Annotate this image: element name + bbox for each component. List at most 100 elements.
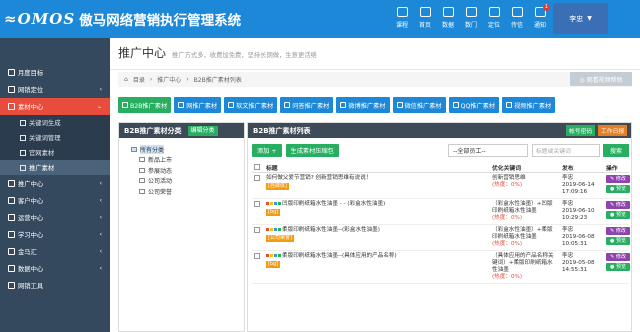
title-cell: 柔版印刷纸箱水性油墨--(彩盒水性油墨) [公司荣誉]: [264, 224, 490, 251]
top-nav-item[interactable]: 课程: [392, 4, 412, 29]
video-help-button[interactable]: ◎ 观看视频帮助: [570, 72, 632, 86]
sidebar-subitem-label: 官网素材: [29, 150, 55, 157]
preview-button[interactable]: ● 预览: [606, 185, 630, 193]
material-title-link[interactable]: 凹版印刷纸箱水性油墨 - - (彩盒水性油墨): [282, 201, 385, 207]
keyword-degree: (热度：0%): [492, 215, 523, 221]
preview-button[interactable]: ● 预览: [606, 263, 630, 271]
sidebar-item[interactable]: 数据中心 ‹: [0, 260, 110, 277]
work-log-button[interactable]: 工作日报: [598, 125, 628, 136]
sidebar-item[interactable]: 网销定位 ‹: [0, 81, 110, 98]
logo: ≈OMOS 傲马网络营销执行管理系统: [4, 6, 244, 32]
sidebar-item[interactable]: 运营中心 ‹: [0, 209, 110, 226]
sidebar-subitem-label: 推广素材: [29, 165, 55, 172]
top-nav-item[interactable]: 数据: [438, 4, 458, 29]
edit-category-button[interactable]: 编辑分类: [187, 125, 218, 136]
tree-node[interactable]: 公司活动: [131, 176, 244, 187]
tab-material[interactable]: 问答推广素材: [280, 97, 334, 113]
generate-zip-button[interactable]: 生成素材压缩包: [285, 144, 339, 157]
color-marker: [278, 254, 281, 257]
home-icon: ⌂: [124, 76, 128, 83]
chevron-icon: ‹: [99, 197, 102, 204]
submenu-icon: [20, 149, 26, 156]
top-nav-item[interactable]: 首页: [415, 4, 435, 29]
material-tag: [公司荣誉]: [266, 235, 294, 242]
top-nav-item[interactable]: 传信: [507, 4, 527, 29]
sidebar-subitem[interactable]: 关键词生成: [0, 115, 110, 130]
menu-icon: [8, 86, 15, 93]
preview-button[interactable]: ● 预览: [606, 211, 630, 219]
chevron-icon: ‹: [99, 86, 102, 93]
row-checkbox[interactable]: [254, 253, 260, 259]
search-button[interactable]: 搜索: [603, 144, 629, 157]
tab-material[interactable]: B2B推广素材: [118, 97, 172, 113]
tab-icon: [340, 102, 347, 108]
edit-button[interactable]: ✎ 修改: [606, 201, 630, 209]
tab-material[interactable]: 微信推广素材: [392, 97, 446, 113]
col-action: 操作: [604, 163, 629, 173]
sidebar-subitem[interactable]: 官网素材: [0, 145, 110, 160]
page-title: 推广中心: [118, 46, 167, 60]
tab-material[interactable]: 微博推广素材: [336, 97, 390, 113]
submenu-icon: [20, 134, 26, 141]
publisher: 李忠: [562, 227, 574, 233]
row-checkbox[interactable]: [254, 201, 260, 207]
tab-icon: [178, 102, 185, 108]
search-input[interactable]: 标题或关键词: [532, 144, 600, 157]
tab-material[interactable]: 视频推广素材: [502, 97, 556, 113]
user-menu[interactable]: 李忠 ▼: [553, 3, 608, 34]
tree-node-root[interactable]: 所有分类: [131, 144, 244, 155]
tab-material[interactable]: 软文推广素材: [224, 97, 278, 113]
top-nav-item[interactable]: 通知 1: [530, 4, 550, 29]
sidebar-item[interactable]: 客户中心 ‹: [0, 192, 110, 209]
material-tag: [bg]: [266, 261, 281, 268]
sidebar-item[interactable]: 推广中心 ‹: [0, 175, 110, 192]
sidebar-item[interactable]: 金马汇 ‹: [0, 243, 110, 260]
material-title-link[interactable]: 如何做父爱节营销? 创新营销思维有说说！: [266, 175, 371, 181]
sidebar-item[interactable]: 素材中心 ⌄: [0, 98, 110, 115]
tab-material[interactable]: QQ推广素材: [448, 97, 500, 113]
sidebar-item[interactable]: 学习中心 ‹: [0, 226, 110, 243]
preview-button[interactable]: ● 预览: [606, 237, 630, 245]
sidebar-subitem-label: 关键词管理: [29, 135, 61, 142]
sidebar-item-label: 运营中心: [18, 215, 44, 222]
tree-node[interactable]: 新品上市: [131, 155, 244, 166]
sidebar-item-label: 数据中心: [18, 266, 44, 273]
sidebar-item-label: 金马汇: [18, 249, 37, 256]
category-header: B2B推广素材分类 编辑分类: [119, 123, 244, 138]
breadcrumb-item[interactable]: 目录: [133, 75, 145, 84]
top-nav-item[interactable]: 数门: [461, 4, 481, 29]
chevron-icon: ⌄: [96, 103, 102, 110]
row-checkbox[interactable]: [254, 227, 260, 233]
add-button[interactable]: 添加 +: [252, 144, 282, 157]
sidebar-subitem[interactable]: 推广素材: [0, 160, 110, 175]
tab-material[interactable]: 网推广素材: [174, 97, 222, 113]
breadcrumb-item: B2B推广素材列表: [193, 77, 242, 84]
folder-icon: [131, 146, 137, 152]
user-name: 李忠: [569, 14, 584, 23]
sidebar-subitem[interactable]: 关键词管理: [0, 130, 110, 145]
sidebar-item[interactable]: 月度目标: [0, 64, 110, 81]
top-nav-item[interactable]: 定位: [484, 4, 504, 29]
action-cell: ✎ 修改 ● 预览: [604, 172, 630, 199]
tree-node[interactable]: 公司荣誉: [131, 186, 244, 197]
edit-button[interactable]: ✎ 修改: [606, 253, 630, 261]
chevron-icon: ‹: [99, 265, 102, 272]
sidebar-item[interactable]: 网销工具: [0, 277, 110, 294]
color-marker: [270, 254, 273, 257]
material-title-link[interactable]: 柔版印刷纸箱水性油墨--(具体应用的产品名称): [282, 253, 397, 259]
row-checkbox[interactable]: [254, 175, 260, 181]
select-all-checkbox[interactable]: [254, 163, 260, 170]
edit-button[interactable]: ✎ 修改: [606, 227, 630, 235]
edit-button[interactable]: ✎ 修改: [606, 175, 630, 183]
tree-node[interactable]: 参展动态: [131, 165, 244, 176]
employee-select[interactable]: --全部员工--: [448, 144, 528, 157]
list-toolbar: 添加 + 生成素材压缩包: [252, 144, 343, 157]
material-title-link[interactable]: 柔版印刷纸箱水性油墨--(彩盒水性油墨): [282, 227, 380, 233]
account-password-button[interactable]: 帐号密码: [566, 125, 596, 136]
color-marker: [274, 254, 277, 257]
title-cell: 凹版印刷纸箱水性油墨 - - (彩盒水性油墨) [bg]: [264, 198, 490, 225]
title-cell: 柔版印刷纸箱水性油墨--(具体应用的产品名称) [bg]: [264, 250, 490, 284]
nav-icon: [488, 7, 500, 17]
breadcrumb-item[interactable]: 推广中心: [157, 75, 181, 84]
category-title: B2B推广素材分类: [124, 126, 182, 135]
